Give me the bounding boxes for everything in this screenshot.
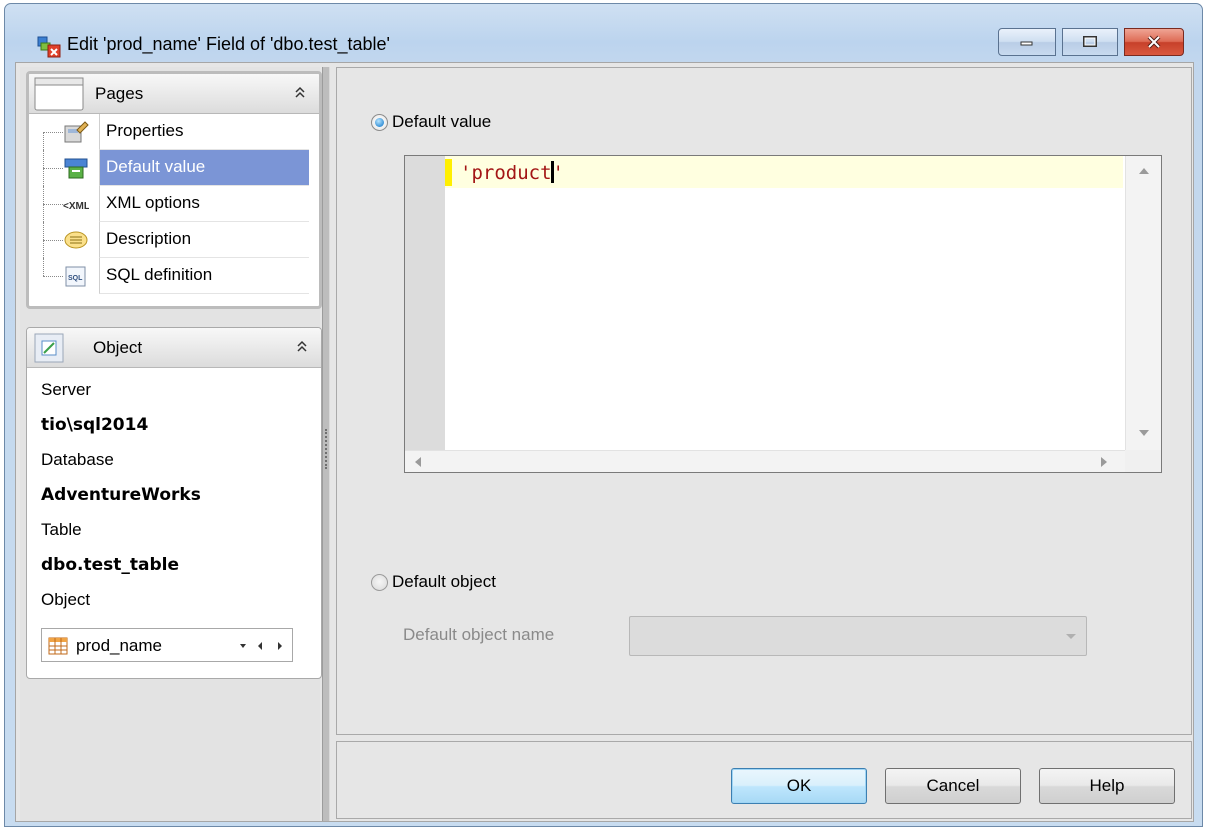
tree-item-sql-definition[interactable]: SQL SQL definition xyxy=(29,258,309,294)
maximize-icon xyxy=(1083,36,1097,47)
description-icon xyxy=(64,231,88,249)
maximize-button[interactable] xyxy=(1062,28,1118,56)
svg-text:<XML>: <XML> xyxy=(63,201,89,212)
vertical-scrollbar[interactable] xyxy=(1125,156,1161,452)
help-button[interactable]: Help xyxy=(1039,768,1175,804)
database-value: AdventureWorks xyxy=(41,485,201,505)
minimize-icon xyxy=(1020,41,1033,46)
sql-icon: SQL xyxy=(65,266,86,287)
default-object-name-label: Default object name xyxy=(403,625,555,644)
cancel-button[interactable]: Cancel xyxy=(885,768,1021,804)
scrollbar-corner xyxy=(1125,450,1161,472)
object-icon xyxy=(34,333,64,363)
scroll-right-icon[interactable] xyxy=(1101,457,1107,467)
default-value-editor[interactable]: 'product' xyxy=(404,155,1162,473)
app-icon xyxy=(37,36,61,58)
pages-icon xyxy=(34,77,84,111)
radio-checked-icon[interactable] xyxy=(371,113,388,131)
tree-item-xml-options[interactable]: <XML> XML options xyxy=(29,186,309,222)
default-object-radio[interactable]: Default object xyxy=(371,570,496,594)
line-change-marker xyxy=(445,159,452,186)
scroll-up-icon[interactable] xyxy=(1139,168,1149,174)
table-label: Table xyxy=(41,520,82,539)
object-selector-value: prod_name xyxy=(76,636,163,655)
object-panel: Object Server tio\sql2014 Database Adven… xyxy=(26,327,322,679)
object-panel-header[interactable]: Object xyxy=(27,328,321,368)
window-title: Edit 'prod_name' Field of 'dbo.test_tabl… xyxy=(67,34,390,54)
default-value-radio[interactable]: Default value xyxy=(371,110,491,134)
pages-panel-header[interactable]: Pages xyxy=(29,74,319,114)
scroll-left-icon[interactable] xyxy=(415,457,421,467)
minimize-button[interactable] xyxy=(998,28,1056,56)
horizontal-scrollbar[interactable] xyxy=(405,450,1127,472)
pages-panel: Pages Properties Default value <XM XML o… xyxy=(26,71,322,309)
text-caret xyxy=(550,161,554,183)
scroll-down-icon[interactable] xyxy=(1139,430,1149,436)
code-line[interactable]: 'product' xyxy=(460,161,564,184)
database-label: Database xyxy=(41,450,114,469)
dialog-window: Edit 'prod_name' Field of 'dbo.test_tabl… xyxy=(4,3,1203,827)
button-bar: OK Cancel Help xyxy=(336,741,1192,819)
object-selector[interactable]: prod_name xyxy=(41,628,293,662)
collapse-chevron-icon[interactable] xyxy=(295,338,309,354)
server-label: Server xyxy=(41,380,92,399)
radio-unchecked-icon[interactable] xyxy=(371,573,388,591)
tree-item-label: SQL definition xyxy=(99,258,309,294)
server-value: tio\sql2014 xyxy=(41,415,149,435)
tree-item-label: XML options xyxy=(99,186,309,222)
tree-item-label: Default value xyxy=(99,150,309,186)
collapse-chevron-icon[interactable] xyxy=(293,84,307,100)
title-bar[interactable]: Edit 'prod_name' Field of 'dbo.test_tabl… xyxy=(5,4,1202,62)
tree-item-label: Description xyxy=(99,222,309,258)
default-object-name-combo[interactable] xyxy=(629,616,1087,656)
selector-arrows-icon[interactable] xyxy=(216,639,286,653)
left-sidebar: Pages Properties Default value <XM XML o… xyxy=(20,67,322,821)
editor-gutter xyxy=(405,156,445,452)
table-value: dbo.test_table xyxy=(41,555,180,575)
object-panel-title: Object xyxy=(93,338,143,357)
tree-item-label: Properties xyxy=(99,114,309,150)
svg-text:SQL: SQL xyxy=(68,275,83,282)
close-button[interactable] xyxy=(1124,28,1184,56)
default-value-page: Default value 'product' Default object D… xyxy=(336,67,1192,735)
tree-item-description[interactable]: Description xyxy=(29,222,309,258)
xml-icon: <XML> xyxy=(63,201,89,212)
default-object-radio-label: Default object xyxy=(392,572,496,591)
default-value-radio-label: Default value xyxy=(392,112,492,131)
properties-icon xyxy=(64,121,89,143)
close-icon xyxy=(1147,35,1161,49)
panel-splitter[interactable] xyxy=(322,67,330,821)
tree-item-properties[interactable]: Properties xyxy=(29,114,309,150)
ok-button[interactable]: OK xyxy=(731,768,867,804)
object-label: Object xyxy=(41,590,91,609)
code-text: 'product' xyxy=(460,161,564,184)
pages-panel-title: Pages xyxy=(95,84,144,103)
tree-item-default-value[interactable]: Default value xyxy=(29,150,309,186)
dialog-client-area: Pages Properties Default value <XM XML o… xyxy=(15,62,1194,822)
default-value-icon xyxy=(64,158,88,179)
table-grid-icon xyxy=(48,637,68,655)
chevron-down-icon xyxy=(1066,634,1076,639)
